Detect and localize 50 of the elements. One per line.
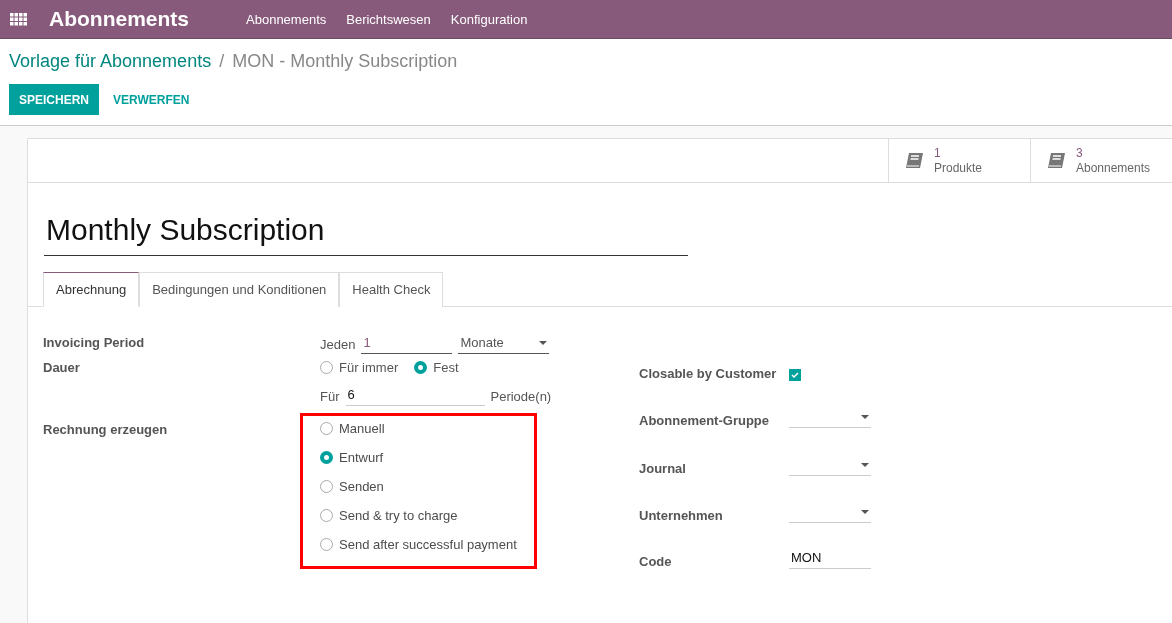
field-label: Closable by Customer <box>639 365 778 381</box>
caret-icon <box>539 340 548 345</box>
breadcrumb-separator: / <box>219 51 225 72</box>
field-label: Dauer <box>43 359 81 375</box>
option-label: Send & try to charge <box>339 508 458 523</box>
radio-button[interactable] <box>320 451 333 464</box>
option-label: Senden <box>339 479 384 494</box>
radio-button[interactable] <box>320 422 333 435</box>
tab[interactable]: Bedingungen und Konditionen <box>139 272 340 307</box>
apps-grid-icon[interactable] <box>10 12 27 26</box>
input-field[interactable]: 6 <box>345 387 485 406</box>
tab[interactable]: Health Check <box>339 272 444 307</box>
option-label: Für immer <box>339 360 399 375</box>
menu-item[interactable]: Berichtswesen <box>346 11 431 27</box>
field-label: Unternehmen <box>639 508 724 524</box>
save-button[interactable]: SPEICHERN <box>9 84 99 115</box>
option-label: Fest <box>433 360 459 375</box>
breadcrumb-current: MON - Monthly Subscription <box>232 51 458 72</box>
breadcrumb-link[interactable]: Vorlage für Abonnements <box>9 51 212 72</box>
radio-button[interactable] <box>414 361 428 374</box>
radio-button[interactable] <box>320 361 333 374</box>
option-label: Send after successful payment <box>339 537 517 552</box>
field-label: Journal <box>639 460 687 476</box>
discard-button[interactable]: VERWERFEN <box>103 84 200 115</box>
title-field[interactable]: Monthly Subscription <box>44 213 688 256</box>
tab[interactable]: Abrechnung <box>43 272 140 307</box>
field-label: Abonnement-Gruppe <box>639 413 770 429</box>
input-field[interactable]: 1 <box>361 335 453 354</box>
app-title: Abonnements <box>49 7 189 31</box>
field-label: Rechnung erzeugen <box>43 421 169 439</box>
menu-item[interactable]: Konfiguration <box>450 11 528 27</box>
radio-button[interactable] <box>320 480 333 493</box>
book-icon <box>1047 152 1066 169</box>
unit-select[interactable]: Monate <box>458 335 550 354</box>
caret-icon <box>861 510 869 515</box>
checkbox[interactable] <box>789 368 801 381</box>
book-icon <box>905 152 924 169</box>
field-prefix: Für <box>320 389 340 404</box>
menu-item[interactable]: Abonnements <box>246 11 327 27</box>
radio-button[interactable] <box>320 509 333 522</box>
field-label: Code <box>639 554 673 569</box>
caret-icon <box>861 415 869 420</box>
field-label: Invoicing Period <box>43 335 146 352</box>
field-prefix: Jeden <box>320 337 356 352</box>
radio-button[interactable] <box>320 538 333 551</box>
option-label: Manuell <box>339 421 385 436</box>
option-label: Entwurf <box>339 450 384 465</box>
caret-icon <box>861 462 869 467</box>
input-field[interactable]: MON <box>789 550 871 569</box>
field-suffix: Periode(n) <box>490 389 552 404</box>
